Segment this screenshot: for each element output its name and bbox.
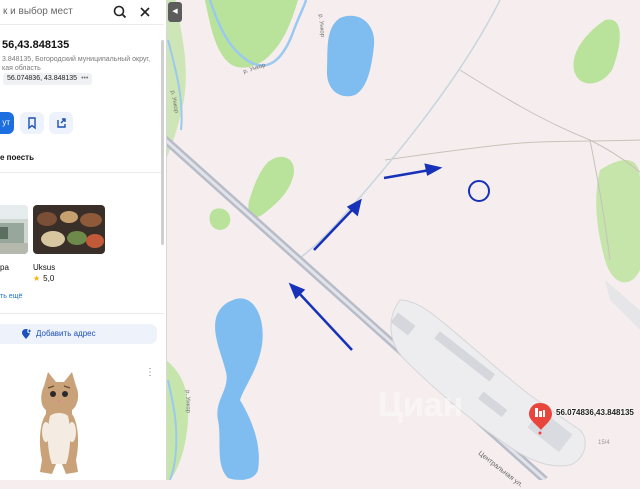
collapse-panel-button[interactable]: ◀ (168, 2, 182, 22)
divider (0, 313, 164, 314)
cat-sticker-image (39, 372, 79, 474)
nearby-card-1-image[interactable] (0, 205, 28, 254)
add-address-button[interactable]: Добавить адрес (0, 324, 157, 344)
more-icon: ••• (81, 75, 89, 82)
star-icon: ★ (33, 274, 41, 283)
nearby-card-2-image[interactable] (33, 205, 105, 254)
more-options-icon[interactable]: ⋮ (145, 368, 155, 378)
place-address: 3.848135, Богородский муниципальный окру… (2, 56, 151, 72)
side-panel: к и выбор мест 56,43.848135 3.848135, Бо… (0, 0, 167, 480)
route-button[interactable]: ут (0, 112, 14, 134)
chevron-left-icon: ◀ (172, 8, 178, 15)
search-icon[interactable] (111, 3, 129, 21)
coords-chip[interactable]: 56.074836, 43.848135 ••• (3, 73, 93, 85)
search-input[interactable]: к и выбор мест (3, 6, 73, 17)
marker-label: 56.074836,43.848135 (556, 408, 634, 417)
place-title: 56,43.848135 (2, 39, 70, 51)
nearby-card-1-name[interactable]: ра (0, 263, 9, 272)
share-icon (57, 118, 66, 128)
close-icon[interactable] (136, 3, 154, 21)
search-bar[interactable]: к и выбор мест (0, 0, 164, 25)
panel-scrollbar[interactable] (161, 40, 164, 245)
watermark: Циан (378, 386, 464, 424)
nearby-card-2-name[interactable]: Uksus (33, 263, 55, 272)
river-label-south: р. Ункор (184, 390, 191, 414)
add-location-icon (22, 328, 32, 339)
divider (0, 172, 164, 173)
nearby-card-2-rating: ★ 5,0 (33, 274, 55, 283)
add-address-label: Добавить адрес (36, 329, 96, 338)
share-button[interactable] (49, 112, 73, 134)
house-number: 15/4 (598, 440, 610, 446)
bookmark-button[interactable] (20, 112, 44, 134)
show-more-link[interactable]: ть ещё (0, 293, 22, 300)
nearby-section-title: е поесть (0, 153, 35, 162)
bookmark-icon (28, 117, 36, 130)
